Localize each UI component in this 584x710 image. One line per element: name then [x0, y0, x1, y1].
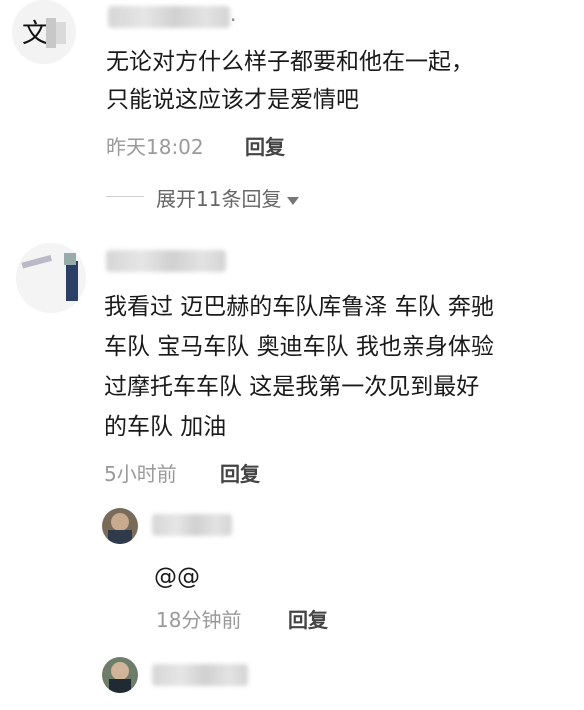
avatar[interactable] [102, 657, 138, 693]
svg-text:文: 文 [22, 19, 48, 49]
chevron-down-icon [287, 196, 300, 205]
username[interactable] [152, 514, 232, 536]
avatar-image: 文 [12, 0, 76, 64]
username[interactable] [152, 664, 248, 686]
expand-divider [106, 196, 144, 197]
reply-button[interactable]: 回复 [288, 604, 328, 633]
comment-time: 5小时前 [104, 462, 177, 486]
comment-text-line: 只能说这应该才是爱情吧 [106, 87, 359, 113]
avatar[interactable]: 文 [12, 0, 76, 64]
avatar-image [16, 243, 86, 313]
reply-button[interactable]: 回复 [245, 131, 285, 160]
reply-time: 18分钟前 [156, 608, 242, 632]
username[interactable] [108, 6, 230, 28]
avatar[interactable] [102, 508, 138, 544]
avatar-image [102, 657, 138, 693]
avatar[interactable] [16, 243, 86, 313]
reply-button[interactable]: 回复 [220, 458, 260, 487]
comment-text-line: 我看过 迈巴赫的车队库鲁泽 车队 奔驰 [104, 294, 494, 320]
avatar-image [102, 508, 138, 544]
comment-text-line: 车队 宝马车队 奥迪车队 我也亲身体验 [104, 334, 494, 360]
expand-replies-label: 展开11条回复 [156, 187, 282, 211]
username-dot: . [230, 2, 237, 26]
reply-text: @@ [154, 564, 200, 590]
comment-text-line: 无论对方什么样子都要和他在一起， [106, 49, 474, 75]
comment-text-line: 的车队 加油 [104, 414, 227, 440]
expand-replies-button[interactable]: 展开11条回复 [156, 183, 300, 212]
comment-text: 我看过 迈巴赫的车队库鲁泽 车队 奔驰 车队 宝马车队 奥迪车队 我也亲身体验 … [104, 290, 580, 444]
comment-text: 无论对方什么样子都要和他在一起， 只能说这应该才是爱情吧 [106, 45, 576, 117]
username[interactable] [106, 250, 226, 272]
comment-text-line: 过摩托车车队 这是我第一次见到最好 [104, 374, 480, 400]
comment-time: 昨天18:02 [106, 135, 204, 159]
